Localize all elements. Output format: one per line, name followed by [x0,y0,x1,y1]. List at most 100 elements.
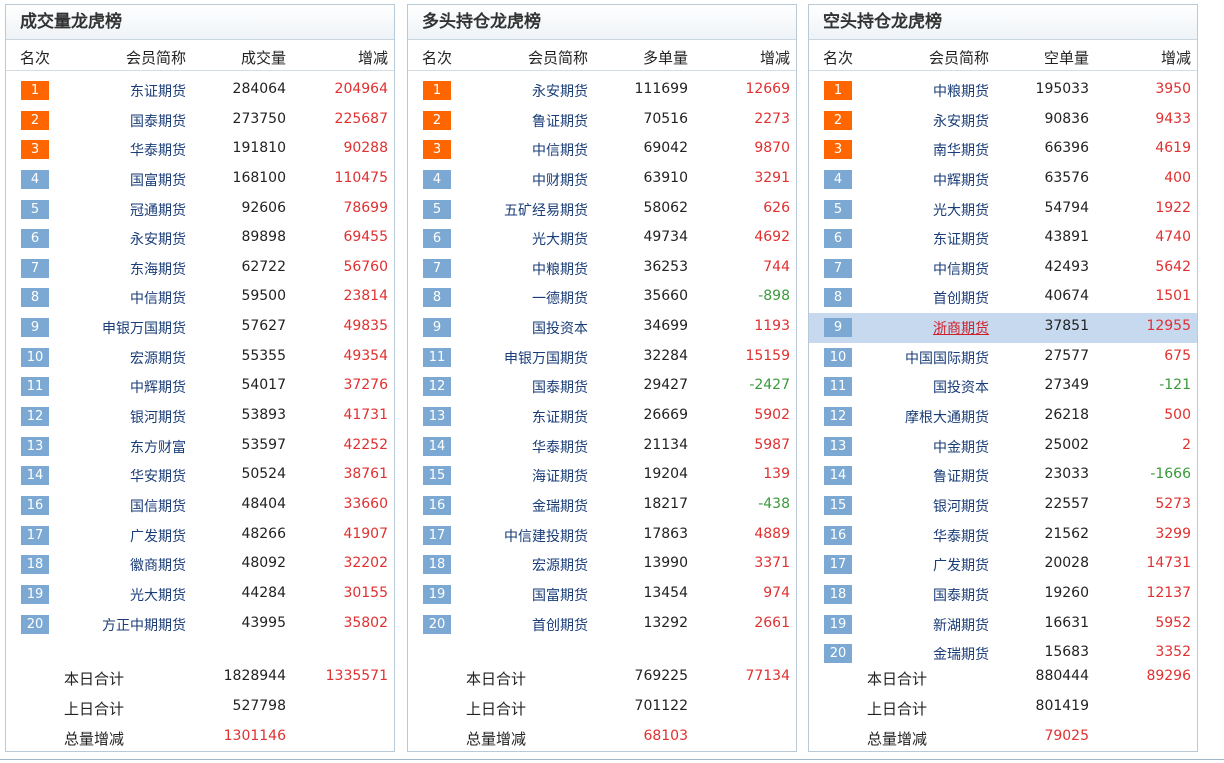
member-name-link[interactable]: 中辉期货 [130,377,186,397]
member-name-link[interactable]: 银河期货 [130,407,186,427]
table-row[interactable]: 7 中粮期货 36253 744 [408,254,796,284]
member-name-link[interactable]: 中信期货 [532,140,588,160]
table-row[interactable]: 2 鲁证期货 70516 2273 [408,106,796,136]
member-name-link[interactable]: 中信期货 [130,288,186,308]
member-name-link[interactable]: 永安期货 [532,81,588,101]
table-row[interactable]: 5 五矿经易期货 58062 626 [408,195,796,225]
member-name-link[interactable]: 徽商期货 [130,555,186,575]
member-name-link[interactable]: 冠通期货 [130,200,186,220]
table-row[interactable]: 2 国泰期货 273750 225687 [6,106,394,136]
table-row[interactable]: 9 国投资本 34699 1193 [408,313,796,343]
member-name-link[interactable]: 国投资本 [933,377,989,397]
table-row[interactable]: 1 中粮期货 195033 3950 [809,76,1197,106]
table-row[interactable]: 12 国泰期货 29427 -2427 [408,372,796,402]
member-name-link[interactable]: 宏源期货 [130,348,186,368]
table-row[interactable]: 11 申银万国期货 32284 15159 [408,343,796,373]
member-name-link[interactable]: 中金期货 [933,437,989,457]
table-row[interactable]: 4 国富期货 168100 110475 [6,165,394,195]
table-row[interactable]: 16 华泰期货 21562 3299 [809,521,1197,551]
member-name-link[interactable]: 东海期货 [130,259,186,279]
member-name-link[interactable]: 东证期货 [130,81,186,101]
member-name-link[interactable]: 南华期货 [933,140,989,160]
table-row[interactable]: 14 鲁证期货 23033 -1666 [809,461,1197,491]
member-name-link[interactable]: 申银万国期货 [504,348,588,368]
member-name-link[interactable]: 华安期货 [130,466,186,486]
member-name-link[interactable]: 鲁证期货 [532,111,588,131]
table-row[interactable]: 18 宏源期货 13990 3371 [408,550,796,580]
member-name-link[interactable]: 光大期货 [933,200,989,220]
table-row[interactable]: 6 永安期货 89898 69455 [6,224,394,254]
table-row[interactable]: 13 中金期货 25002 2 [809,432,1197,462]
table-row[interactable]: 11 中辉期货 54017 37276 [6,372,394,402]
table-row[interactable]: 10 中国国际期货 27577 675 [809,343,1197,373]
table-row[interactable]: 14 华安期货 50524 38761 [6,461,394,491]
member-name-link[interactable]: 申银万国期货 [102,318,186,338]
table-row[interactable]: 1 东证期货 284064 204964 [6,76,394,106]
member-name-link[interactable]: 东证期货 [532,407,588,427]
member-name-link[interactable]: 中辉期货 [933,170,989,190]
table-row[interactable]: 18 国泰期货 19260 12137 [809,580,1197,610]
table-row[interactable]: 15 银河期货 22557 5273 [809,491,1197,521]
member-name-link[interactable]: 鲁证期货 [933,466,989,486]
table-row[interactable]: 19 光大期货 44284 30155 [6,580,394,610]
member-name-link[interactable]: 光大期货 [130,585,186,605]
member-name-link[interactable]: 浙商期货 [933,318,989,338]
member-name-link[interactable]: 五矿经易期货 [504,200,588,220]
member-name-link[interactable]: 国泰期货 [130,111,186,131]
table-row[interactable]: 3 华泰期货 191810 90288 [6,135,394,165]
table-row[interactable]: 8 首创期货 40674 1501 [809,283,1197,313]
table-row[interactable]: 4 中辉期货 63576 400 [809,165,1197,195]
table-row[interactable]: 20 方正中期期货 43995 35802 [6,610,394,640]
member-name-link[interactable]: 广发期货 [933,555,989,575]
table-row[interactable]: 17 中信建投期货 17863 4889 [408,521,796,551]
table-row[interactable]: 4 中财期货 63910 3291 [408,165,796,195]
table-row[interactable]: 7 东海期货 62722 56760 [6,254,394,284]
table-row[interactable]: 3 南华期货 66396 4619 [809,135,1197,165]
table-row[interactable]: 18 徽商期货 48092 32202 [6,550,394,580]
table-row[interactable]: 17 广发期货 48266 41907 [6,521,394,551]
table-row[interactable]: 17 广发期货 20028 14731 [809,550,1197,580]
table-row[interactable]: 14 华泰期货 21134 5987 [408,432,796,462]
table-row[interactable]: 8 中信期货 59500 23814 [6,283,394,313]
member-name-link[interactable]: 东方财富 [130,437,186,457]
table-row[interactable]: 15 海证期货 19204 139 [408,461,796,491]
member-name-link[interactable]: 华泰期货 [933,526,989,546]
member-name-link[interactable]: 首创期货 [933,288,989,308]
member-name-link[interactable]: 广发期货 [130,526,186,546]
member-name-link[interactable]: 中信期货 [933,259,989,279]
member-name-link[interactable]: 首创期货 [532,615,588,635]
member-name-link[interactable]: 中粮期货 [532,259,588,279]
table-row[interactable]: 12 银河期货 53893 41731 [6,402,394,432]
table-row[interactable]: 8 一德期货 35660 -898 [408,283,796,313]
member-name-link[interactable]: 中国国际期货 [905,348,989,368]
member-name-link[interactable]: 永安期货 [130,229,186,249]
table-row[interactable]: 5 光大期货 54794 1922 [809,195,1197,225]
member-name-link[interactable]: 国富期货 [130,170,186,190]
member-name-link[interactable]: 方正中期期货 [102,615,186,635]
member-name-link[interactable]: 光大期货 [532,229,588,249]
member-name-link[interactable]: 宏源期货 [532,555,588,575]
member-name-link[interactable]: 国信期货 [130,496,186,516]
member-name-link[interactable]: 金瑞期货 [532,496,588,516]
table-row[interactable]: 7 中信期货 42493 5642 [809,254,1197,284]
table-row[interactable]: 13 东方财富 53597 42252 [6,432,394,462]
member-name-link[interactable]: 东证期货 [933,229,989,249]
table-row[interactable]: 2 永安期货 90836 9433 [809,106,1197,136]
table-row[interactable]: 9 浙商期货 37851 12955 [809,313,1197,343]
table-row[interactable]: 6 东证期货 43891 4740 [809,224,1197,254]
member-name-link[interactable]: 新湖期货 [933,615,989,635]
member-name-link[interactable]: 中财期货 [532,170,588,190]
member-name-link[interactable]: 国泰期货 [532,377,588,397]
member-name-link[interactable]: 永安期货 [933,111,989,131]
member-name-link[interactable]: 一德期货 [532,288,588,308]
member-name-link[interactable]: 中信建投期货 [504,526,588,546]
table-row[interactable]: 20 首创期货 13292 2661 [408,610,796,640]
member-name-link[interactable]: 摩根大通期货 [905,407,989,427]
member-name-link[interactable]: 中粮期货 [933,81,989,101]
table-row[interactable]: 9 申银万国期货 57627 49835 [6,313,394,343]
member-name-link[interactable]: 国泰期货 [933,585,989,605]
table-row[interactable]: 12 摩根大通期货 26218 500 [809,402,1197,432]
table-row[interactable]: 1 永安期货 111699 12669 [408,76,796,106]
table-row[interactable]: 11 国投资本 27349 -121 [809,372,1197,402]
table-row[interactable]: 3 中信期货 69042 9870 [408,135,796,165]
